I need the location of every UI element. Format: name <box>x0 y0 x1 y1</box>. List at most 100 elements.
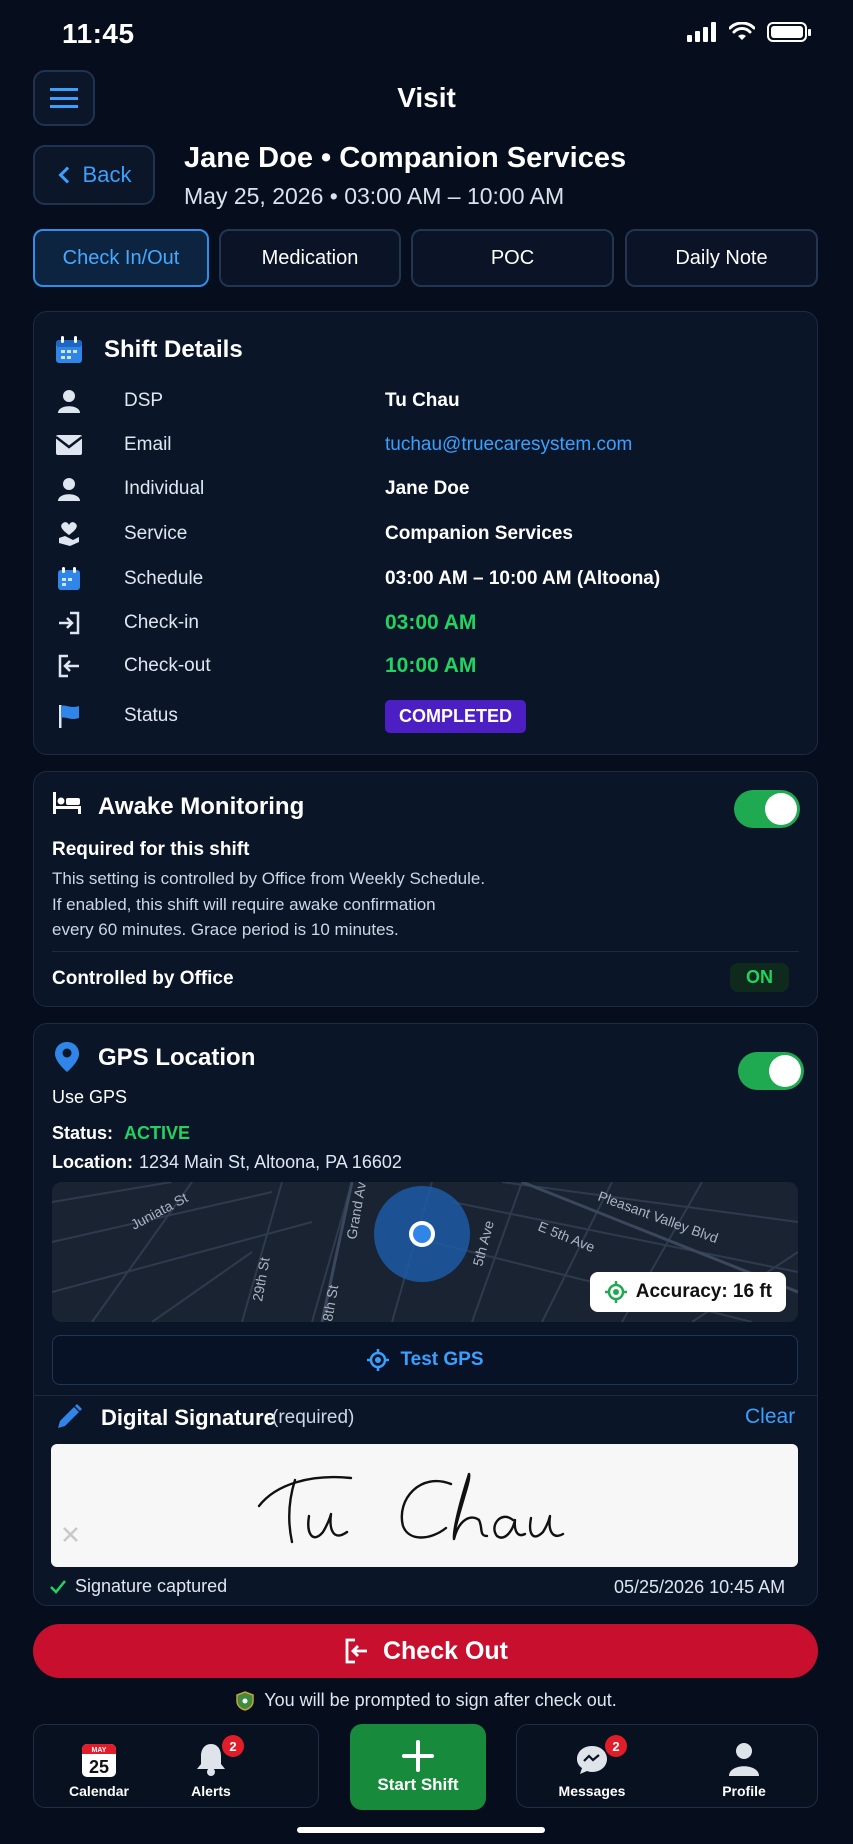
bottom-nav-left: MAY 25 Calendar Alerts 2 <box>33 1724 319 1808</box>
calendar-icon <box>54 564 84 594</box>
use-gps-label: Use GPS <box>52 1087 128 1107</box>
gps-map[interactable]: Juniata St 29th St Pleasant Valley Blvd … <box>52 1182 798 1322</box>
detail-value: Jane Doe <box>385 478 470 499</box>
calendar-icon: MAY 25 <box>82 1744 116 1777</box>
check-out-button[interactable]: Check Out <box>33 1624 818 1678</box>
accuracy-text: Accuracy: 16 ft <box>635 1281 772 1302</box>
awake-description-line: This setting is controlled by Office fro… <box>52 869 486 888</box>
svg-text:MAY: MAY <box>92 1747 107 1754</box>
detail-label: Check-in <box>124 612 199 633</box>
tab-poc[interactable]: POC <box>411 229 614 287</box>
signature-required-note: (required) <box>272 1407 355 1428</box>
nav-alerts-label: Alerts <box>191 1783 231 1799</box>
clear-signature-button[interactable]: Clear <box>745 1405 795 1429</box>
check-in-time: 03:00 AM <box>385 611 477 634</box>
nav-profile[interactable]: Profile <box>679 1725 809 1809</box>
awake-description-line: every 60 minutes. Grace period is 10 min… <box>52 920 399 939</box>
signature-captured-status: Signature captured <box>49 1576 227 1597</box>
nav-calendar-label: Calendar <box>69 1783 129 1799</box>
nav-calendar[interactable]: MAY 25 Calendar <box>34 1725 164 1809</box>
pencil-icon <box>54 1402 84 1437</box>
signature-pad[interactable] <box>51 1444 798 1567</box>
start-shift-button[interactable]: Start Shift <box>350 1724 486 1810</box>
back-button[interactable]: Back <box>33 145 155 205</box>
home-indicator <box>297 1827 545 1833</box>
test-gps-button[interactable]: Test GPS <box>52 1335 798 1385</box>
gps-status-value: ACTIVE <box>124 1123 191 1143</box>
detail-label: Email <box>124 434 172 455</box>
visit-title: Jane Doe • Companion Services <box>184 142 627 174</box>
check-out-icon <box>345 1638 367 1664</box>
flag-icon <box>54 701 84 731</box>
status-time: 11:45 <box>62 18 135 49</box>
detail-label: Status <box>124 705 178 726</box>
checkout-note: You will be prompted to sign after check… <box>0 1690 853 1711</box>
plus-icon <box>402 1740 434 1772</box>
status-icons <box>687 22 811 42</box>
accuracy-badge: Accuracy: 16 ft <box>589 1272 786 1312</box>
chevron-left-icon <box>58 166 76 184</box>
awake-monitoring-toggle[interactable] <box>734 790 800 828</box>
tab-check-in-out[interactable]: Check In/Out <box>33 229 209 287</box>
required-label: Required for this shift <box>52 839 250 860</box>
detail-label: DSP <box>124 390 164 411</box>
detail-row-check-in: Check-in 03:00 AM <box>54 605 797 641</box>
signature-captured-label: Signature captured <box>75 1576 228 1596</box>
signature-stroke <box>63 1472 565 1544</box>
detail-row-individual: Individual Jane Doe <box>54 471 797 507</box>
page-title: Visit <box>397 82 456 113</box>
status-badge: COMPLETED <box>385 699 527 733</box>
nav-alerts[interactable]: Alerts 2 <box>146 1725 276 1809</box>
detail-label: Individual <box>124 478 205 499</box>
check-out-label: Check Out <box>382 1636 509 1665</box>
detail-row-schedule: Schedule 03:00 AM – 10:00 AM (Altoona) <box>54 561 797 597</box>
detail-value: 03:00 AM – 10:00 AM (Altoona) <box>385 568 661 589</box>
person-icon <box>54 474 84 504</box>
messages-badge: 2 <box>605 1735 627 1757</box>
signature-title: Digital Signature <box>101 1405 276 1430</box>
divider <box>33 1395 818 1396</box>
nav-messages-label: Messages <box>558 1783 626 1799</box>
checkout-note-text: You will be prompted to sign after check… <box>264 1690 617 1710</box>
detail-row-dsp: DSP Tu Chau <box>54 383 797 419</box>
calendar-icon <box>54 335 84 370</box>
detail-label: Schedule <box>124 568 204 589</box>
person-icon <box>54 386 84 416</box>
mail-icon <box>54 430 84 460</box>
tab-medication[interactable]: Medication <box>219 229 401 287</box>
detail-value: Tu Chau <box>385 390 460 411</box>
location-pin-icon <box>54 1041 80 1078</box>
check-icon <box>50 1579 66 1594</box>
tab-daily-note[interactable]: Daily Note <box>625 229 818 287</box>
battery-icon <box>767 22 811 42</box>
controlled-by-label: Controlled by Office <box>52 968 234 989</box>
person-icon <box>729 1743 759 1776</box>
svg-text:25: 25 <box>89 1757 109 1777</box>
check-out-time: 10:00 AM <box>385 654 477 677</box>
check-in-icon <box>54 608 84 638</box>
awake-monitoring-title: Awake Monitoring <box>98 793 305 820</box>
gps-title: GPS Location <box>98 1044 256 1071</box>
shield-icon <box>236 1690 254 1711</box>
target-icon <box>367 1349 390 1371</box>
gps-status-label: Status: <box>52 1123 114 1143</box>
signature-baseline-x-icon <box>63 1527 78 1542</box>
gps-toggle[interactable] <box>738 1052 804 1090</box>
detail-value: Companion Services <box>385 523 573 544</box>
nav-messages[interactable]: Messages 2 <box>527 1725 657 1809</box>
alerts-badge: 2 <box>222 1735 244 1757</box>
controlled-on-badge: ON <box>730 963 789 992</box>
back-label: Back <box>82 162 132 187</box>
bottom-nav-right: Messages 2 Profile <box>516 1724 818 1808</box>
gps-location-label: Location: <box>52 1152 133 1172</box>
gps-location-value: 1234 Main St, Altoona, PA 16602 <box>139 1152 402 1172</box>
shift-details-card: Shift Details DSP Tu Chau Email tuchau@t… <box>33 311 818 755</box>
email-link[interactable]: tuchau@truecaresystem.com <box>385 434 632 456</box>
target-icon <box>604 1281 627 1303</box>
nav-profile-label: Profile <box>722 1783 766 1799</box>
check-out-icon <box>54 651 84 681</box>
test-gps-label: Test GPS <box>400 1349 484 1370</box>
detail-label: Service <box>124 523 188 544</box>
detail-row-service: Service Companion Services <box>54 516 797 552</box>
signal-icon <box>687 22 716 42</box>
